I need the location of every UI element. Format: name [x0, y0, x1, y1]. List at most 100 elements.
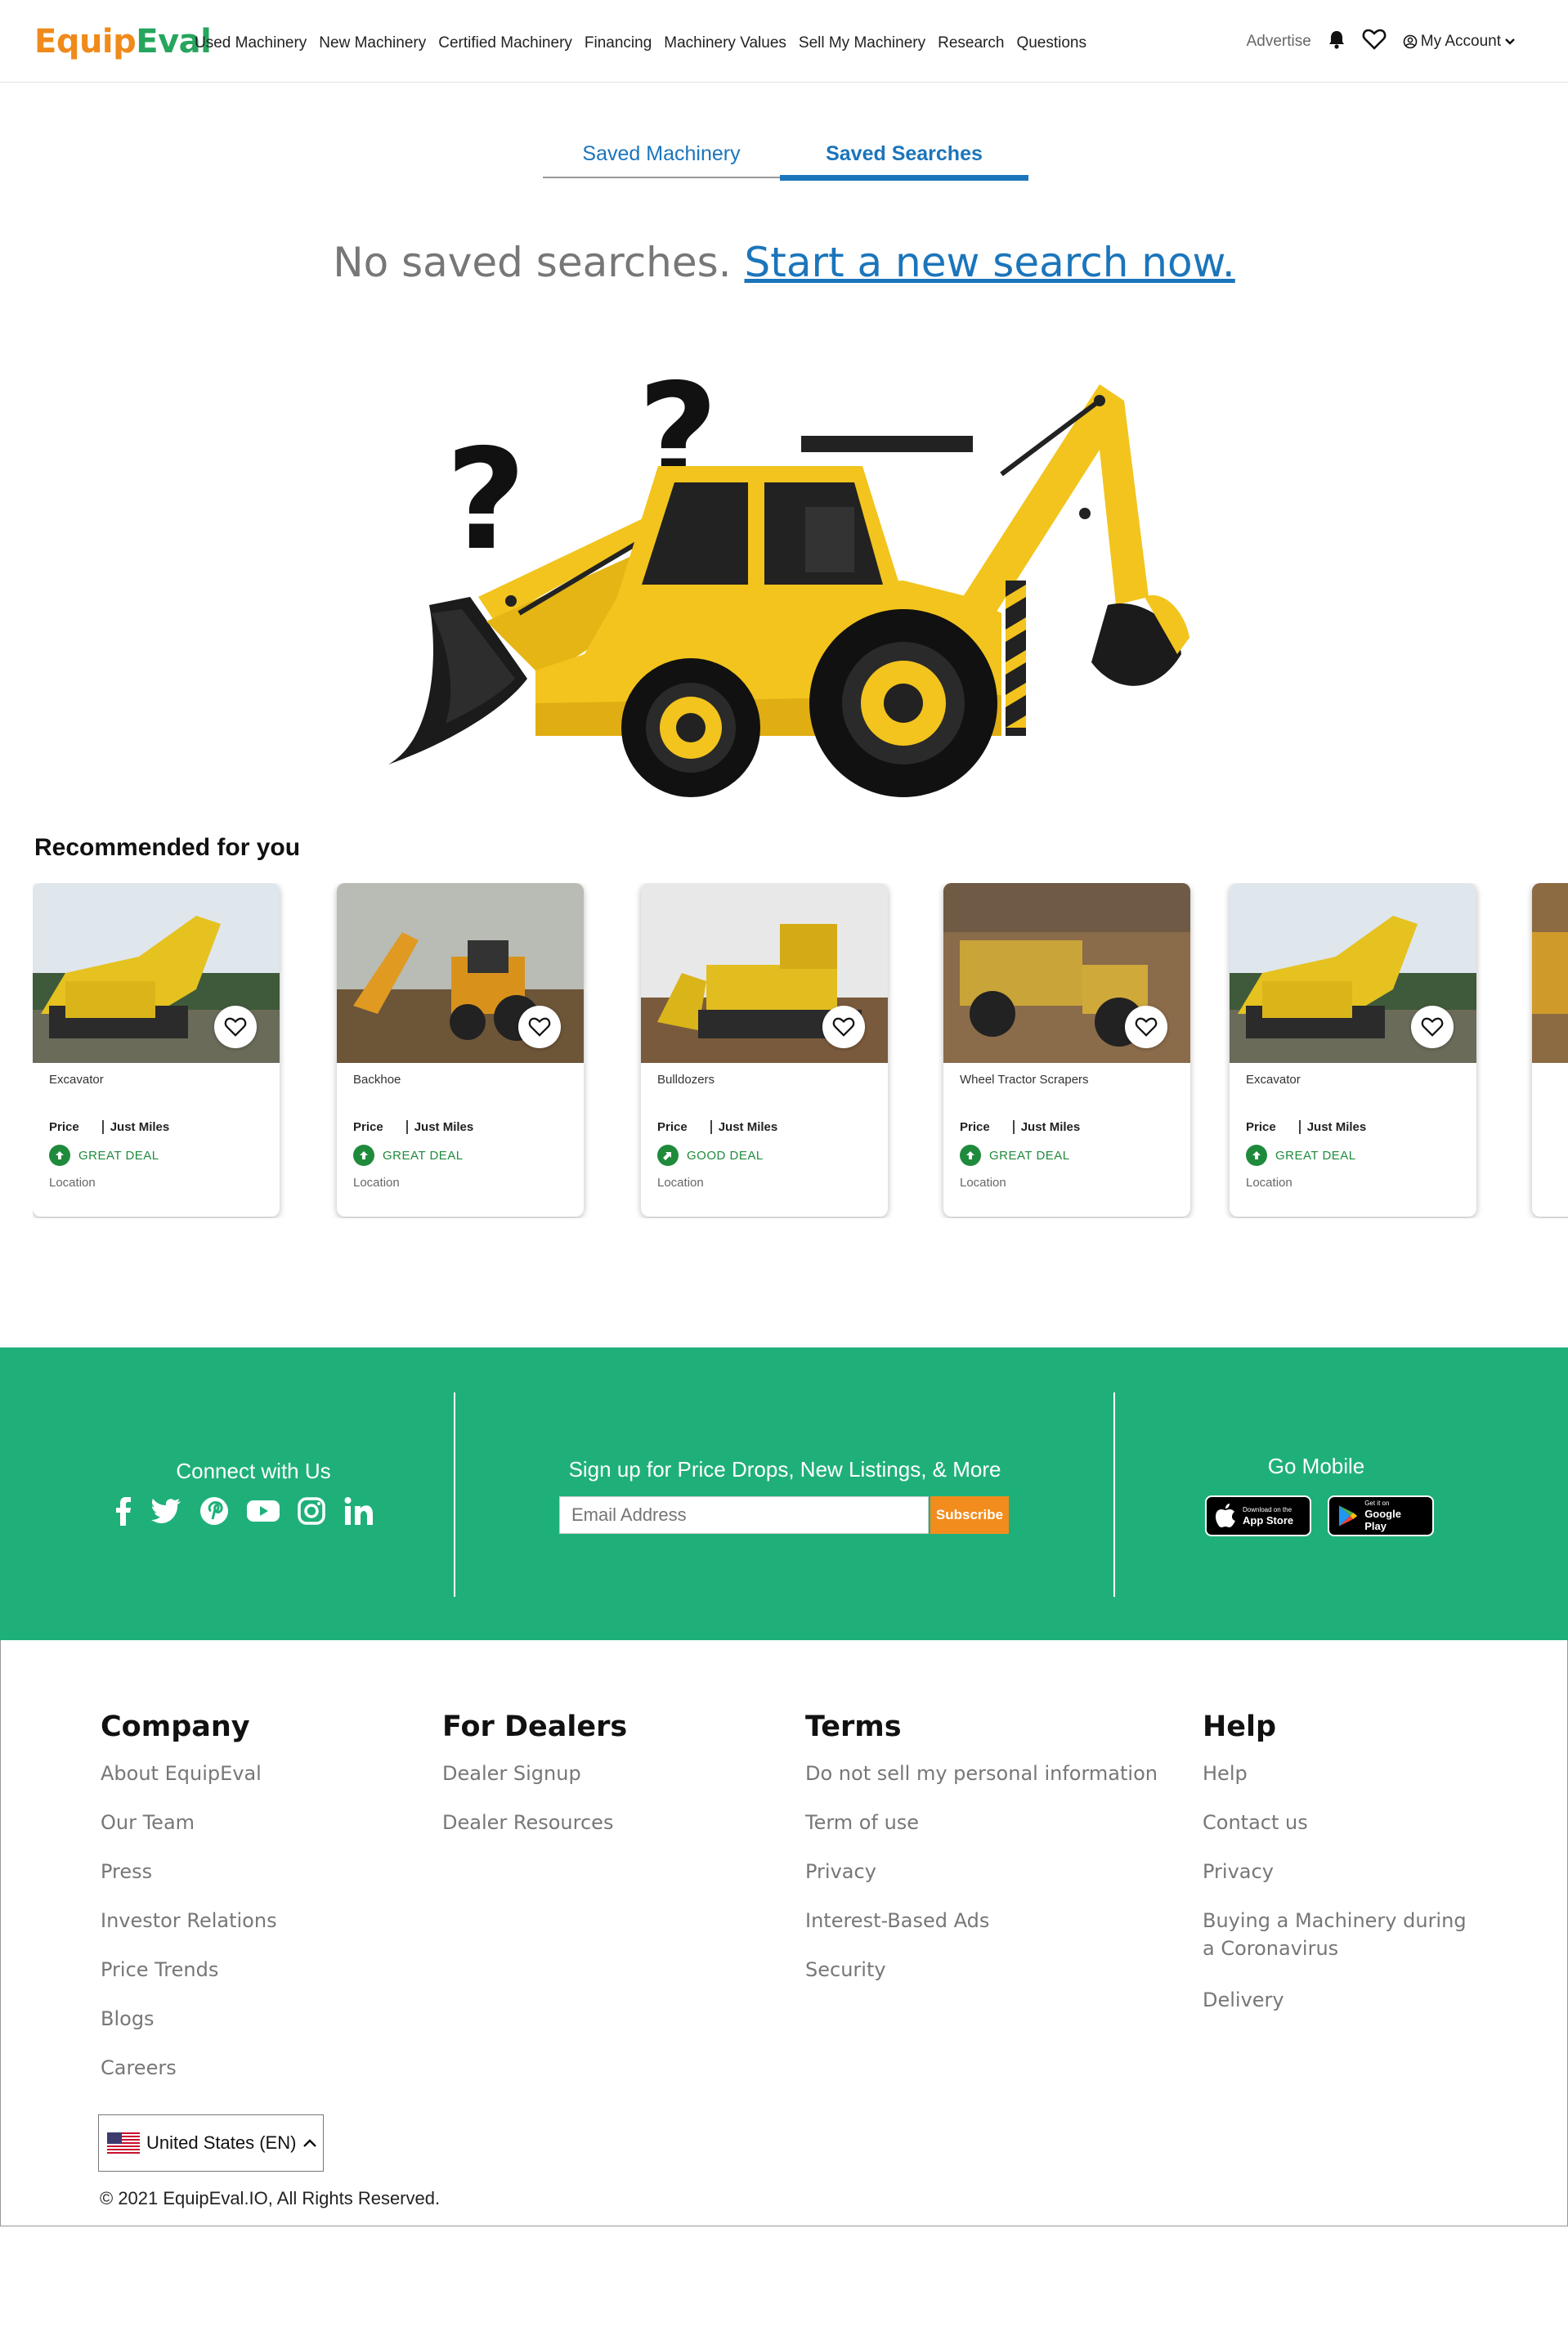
- copyright-text: © 2021 EquipEval.IO, All Rights Reserved…: [100, 2188, 441, 2208]
- listing-location: Location: [49, 1176, 96, 1190]
- deal-badge: GREAT DEAL: [49, 1145, 159, 1166]
- footer-link[interactable]: Term of use: [805, 1812, 1158, 1834]
- subscribe-button[interactable]: Subscribe: [930, 1496, 1009, 1534]
- favorite-button[interactable]: [1411, 1006, 1454, 1048]
- footer-link[interactable]: Dealer Resources: [442, 1812, 627, 1834]
- listing-card[interactable]: Excavator Price Just Miles GREAT DEAL Loc…: [33, 883, 280, 1217]
- listing-title: Excavator: [1246, 1073, 1301, 1087]
- email-input[interactable]: [559, 1496, 929, 1534]
- google-play-icon: [1338, 1505, 1358, 1527]
- nav-new-machinery[interactable]: New Machinery: [319, 34, 426, 52]
- favorite-button[interactable]: [822, 1006, 865, 1048]
- google-play-button[interactable]: Get it on Google Play: [1328, 1495, 1434, 1536]
- nav-machinery-values[interactable]: Machinery Values: [664, 34, 786, 52]
- arrow-up-icon: [353, 1145, 374, 1166]
- top-header: EquipEval Used Machinery New Machinery C…: [0, 0, 1568, 83]
- pinterest-icon[interactable]: [199, 1496, 229, 1526]
- go-mobile-heading: Go Mobile: [1267, 1454, 1365, 1478]
- recommended-title: Recommended for you: [34, 834, 301, 861]
- heart-icon[interactable]: [1362, 28, 1387, 55]
- listing-card[interactable]: Excavator Price Just Miles GREAT DEAL Loc…: [1230, 883, 1476, 1217]
- deal-badge: GREAT DEAL: [960, 1145, 1070, 1166]
- heart-icon: [832, 1017, 855, 1037]
- price-row: Price Just Miles: [353, 1120, 474, 1134]
- footer-link[interactable]: Price Trends: [101, 1959, 277, 1981]
- arrow-up-icon: [1246, 1145, 1267, 1166]
- account-label: My Account: [1420, 32, 1501, 50]
- footer-link[interactable]: Do not sell my personal information: [805, 1763, 1158, 1785]
- footer-heading: Terms: [805, 1711, 902, 1743]
- footer-link[interactable]: Investor Relations: [101, 1910, 277, 1932]
- footer-heading: For Dealers: [442, 1711, 628, 1743]
- footer-link[interactable]: About EquipEval: [101, 1763, 277, 1785]
- nav-financing[interactable]: Financing: [585, 34, 652, 52]
- footer-col-help: Help Help Contact us Privacy Buying a Ma…: [1203, 1711, 1481, 2038]
- favorite-button[interactable]: [214, 1006, 257, 1048]
- listing-title: Wheel Tractor Scrapers: [960, 1073, 1089, 1087]
- site-logo[interactable]: EquipEval: [34, 23, 212, 61]
- price-row: Price Just Miles: [49, 1120, 170, 1134]
- footer-link[interactable]: Buying a Machinery during a Coronavirus: [1203, 1907, 1481, 1962]
- footer-link[interactable]: Security: [805, 1959, 1158, 1981]
- listing-card[interactable]: Backhoe Price Just Miles GREAT DEAL Locat…: [337, 883, 584, 1217]
- youtube-icon[interactable]: [247, 1499, 280, 1523]
- empty-state-message: No saved searches. Start a new search no…: [0, 239, 1568, 286]
- price-row: Price Just Miles: [960, 1120, 1081, 1134]
- heart-icon: [1135, 1017, 1158, 1037]
- listing-location: Location: [353, 1176, 400, 1190]
- us-flag-icon: [107, 2132, 140, 2154]
- heart-icon: [528, 1017, 551, 1037]
- app-store-button[interactable]: Download on the App Store: [1205, 1495, 1311, 1536]
- footer-link[interactable]: Privacy: [805, 1861, 1158, 1883]
- twitter-icon[interactable]: [150, 1498, 181, 1524]
- arrow-up-icon: [49, 1145, 70, 1166]
- price-row: Price Just Miles: [1246, 1120, 1367, 1134]
- footer-link[interactable]: Press: [101, 1861, 277, 1883]
- footer-link[interactable]: Help: [1203, 1763, 1481, 1785]
- footer-link[interactable]: Dealer Signup: [442, 1763, 627, 1785]
- band-divider: [454, 1392, 455, 1597]
- footer-signup-band: Connect with Us Sign up for Price Drops,…: [0, 1347, 1568, 1640]
- bell-icon[interactable]: [1328, 29, 1346, 53]
- nav-sell-my-machinery[interactable]: Sell My Machinery: [799, 34, 925, 52]
- band-divider: [1113, 1392, 1115, 1597]
- footer-heading: Help: [1203, 1711, 1277, 1743]
- nav-questions[interactable]: Questions: [1016, 34, 1086, 52]
- deal-badge: GREAT DEAL: [353, 1145, 464, 1166]
- footer-link[interactable]: Delivery: [1203, 1989, 1481, 2011]
- listing-card[interactable]: Wheel Tractor Scrapers Price Just Miles G…: [943, 883, 1190, 1217]
- tab-saved-searches[interactable]: Saved Searches: [780, 142, 1028, 181]
- language-selector[interactable]: United States (EN): [98, 2114, 324, 2172]
- user-icon: [1403, 34, 1418, 48]
- nav-research[interactable]: Research: [938, 34, 1004, 52]
- tab-saved-machinery[interactable]: Saved Machinery: [543, 142, 780, 178]
- footer-link[interactable]: Contact us: [1203, 1812, 1481, 1834]
- signup-heading: Sign up for Price Drops, New Listings, &…: [568, 1457, 1001, 1482]
- chevron-up-icon: [303, 2139, 317, 2147]
- advertise-link[interactable]: Advertise: [1247, 33, 1311, 51]
- empty-text: No saved searches.: [333, 239, 732, 286]
- footer-heading: Company: [101, 1711, 250, 1743]
- footer-link[interactable]: Our Team: [101, 1812, 277, 1834]
- connect-heading: Connect with Us: [176, 1459, 331, 1483]
- footer-col-company: Company About EquipEval Our Team Press I…: [101, 1711, 277, 2106]
- footer-link[interactable]: Careers: [101, 2057, 277, 2079]
- nav-certified-machinery[interactable]: Certified Machinery: [438, 34, 572, 52]
- new-search-link[interactable]: Start a new search now.: [744, 239, 1234, 286]
- listing-title: Backhoe: [353, 1073, 401, 1087]
- listing-card-partial[interactable]: [1532, 883, 1568, 1217]
- arrow-up-icon: [960, 1145, 981, 1166]
- listing-card[interactable]: Bulldozers Price Just Miles GOOD DEAL Loc…: [641, 883, 888, 1217]
- nav-used-machinery[interactable]: Used Machinery: [195, 34, 307, 52]
- footer-link[interactable]: Interest-Based Ads: [805, 1910, 1158, 1932]
- linkedin-icon[interactable]: [343, 1496, 376, 1526]
- facebook-icon[interactable]: [114, 1496, 132, 1526]
- svg-text:?: ?: [446, 419, 526, 581]
- instagram-icon[interactable]: [298, 1497, 325, 1525]
- deal-badge: GREAT DEAL: [1246, 1145, 1356, 1166]
- favorite-button[interactable]: [1125, 1006, 1167, 1048]
- favorite-button[interactable]: [518, 1006, 561, 1048]
- footer-link[interactable]: Privacy: [1203, 1861, 1481, 1883]
- footer-link[interactable]: Blogs: [101, 2008, 277, 2030]
- my-account-menu[interactable]: My Account: [1403, 33, 1516, 51]
